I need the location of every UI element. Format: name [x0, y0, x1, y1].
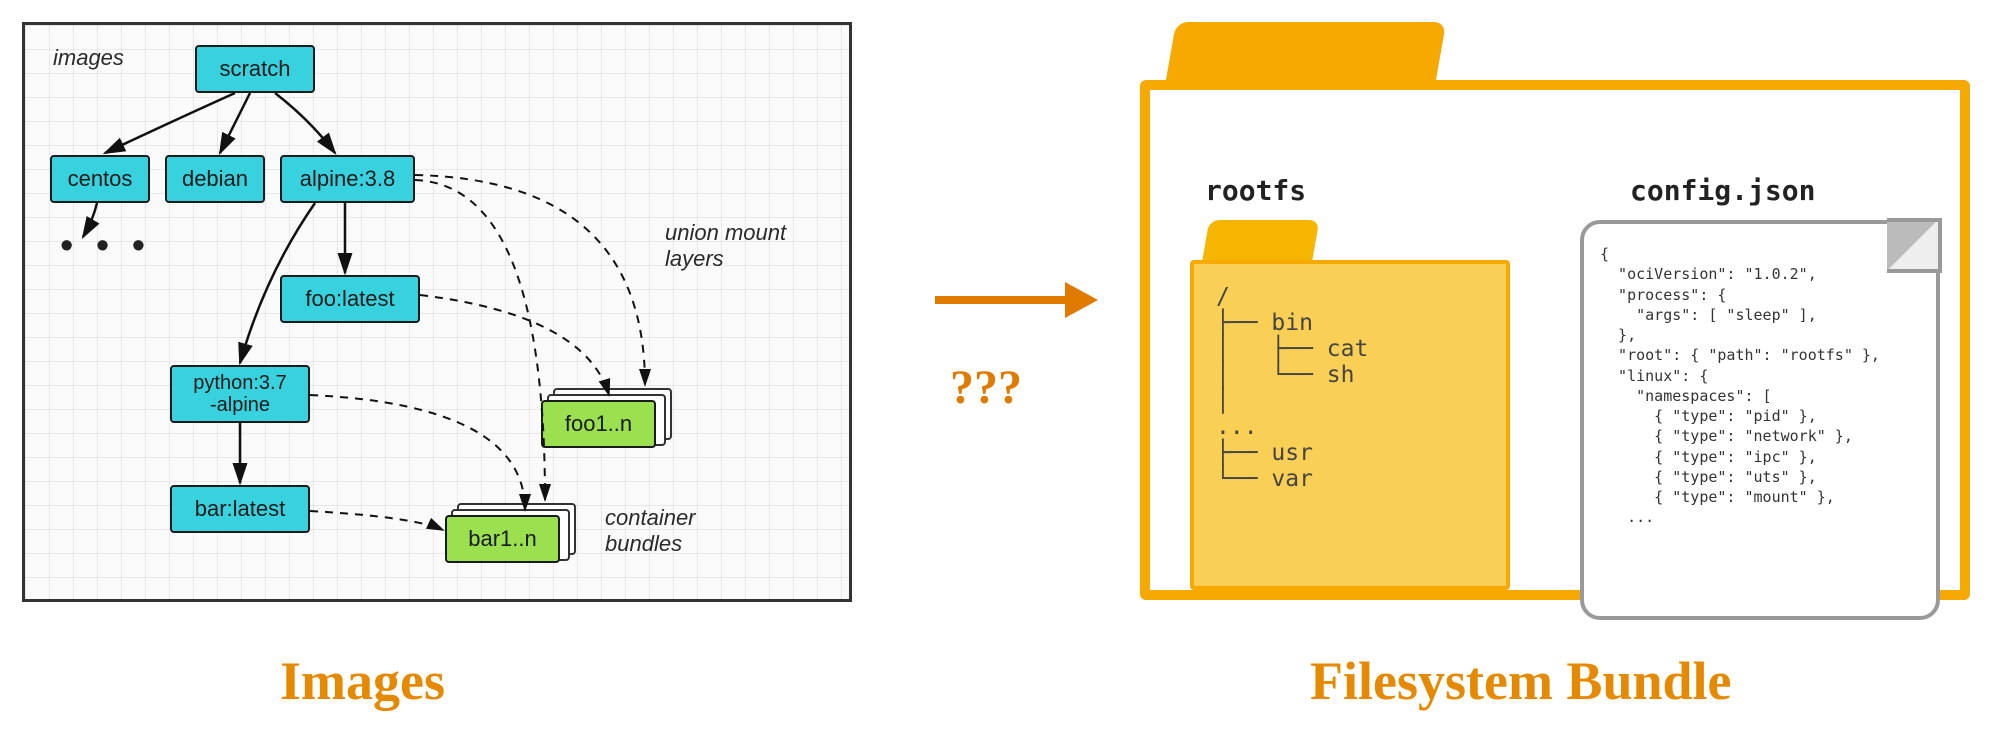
node-foo-latest: foo:latest — [280, 275, 420, 323]
bundle-panel: rootfs config.json / ├── bin │ ├── cat │… — [1140, 22, 1970, 602]
ellipsis-icon: • • • — [60, 225, 151, 268]
diagram-root: images union mount layers container bund… — [0, 0, 2000, 753]
bundle-foo-stack: foo1..n — [541, 400, 656, 448]
node-alpine: alpine:3.8 — [280, 155, 415, 203]
node-python-alpine: python:3.7 -alpine — [170, 365, 310, 423]
outer-folder-body: rootfs config.json / ├── bin │ ├── cat │… — [1140, 80, 1970, 600]
doc-fold-corner-icon — [1887, 218, 1942, 273]
rootfs-tree: / ├── bin │ ├── cat │ └── sh │ ... ├── u… — [1190, 260, 1510, 590]
bundle-caption: Filesystem Bundle — [1310, 650, 1732, 712]
transition-arrow-icon — [930, 250, 1100, 350]
node-debian: debian — [165, 155, 265, 203]
rootfs-title: rootfs — [1205, 174, 1306, 207]
union-mount-label: union mount layers — [665, 220, 786, 272]
config-document: { "ociVersion": "1.0.2", "process": { "a… — [1580, 220, 1940, 620]
rootfs-folder: / ├── bin │ ├── cat │ └── sh │ ... ├── u… — [1190, 220, 1510, 600]
images-caption: Images — [280, 650, 445, 712]
node-bar-latest: bar:latest — [170, 485, 310, 533]
question-marks: ??? — [950, 360, 1022, 415]
node-scratch: scratch — [195, 45, 315, 93]
images-panel: images union mount layers container bund… — [22, 22, 852, 602]
connector-lines — [25, 25, 855, 605]
container-bundles-label: container bundles — [605, 505, 696, 557]
node-centos: centos — [50, 155, 150, 203]
bundle-bar-stack: bar1..n — [445, 515, 560, 563]
config-title: config.json — [1630, 174, 1815, 207]
config-json-text: { "ociVersion": "1.0.2", "process": { "a… — [1580, 220, 1940, 620]
outer-folder: rootfs config.json / ├── bin │ ├── cat │… — [1140, 22, 1970, 602]
images-header-label: images — [53, 45, 124, 71]
